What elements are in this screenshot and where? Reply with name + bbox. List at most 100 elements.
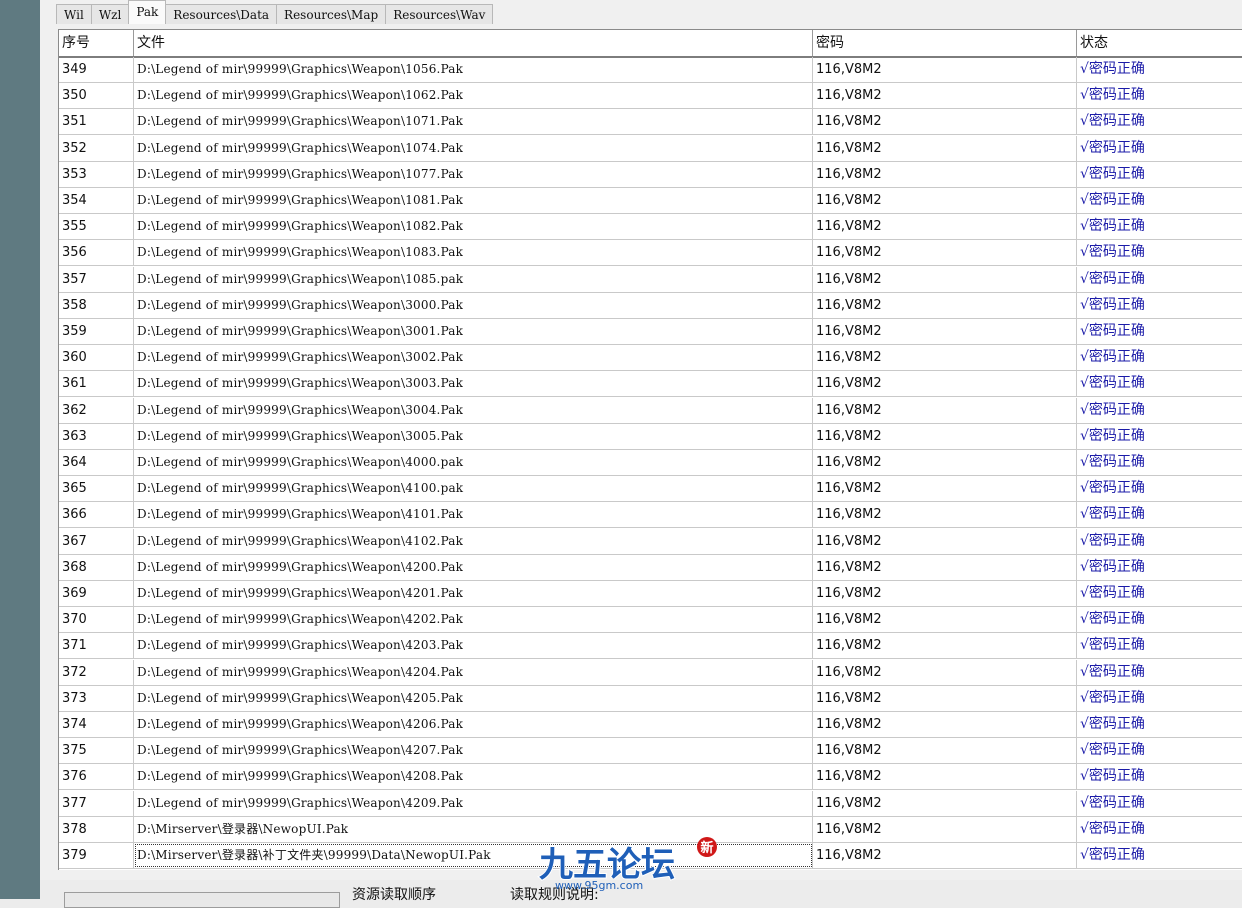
row-file-cell: D:\Legend of mir\99999\Graphics\Weapon\3… (134, 397, 813, 423)
table-row[interactable]: 359 D:\Legend of mir\99999\Graphics\Weapo… (59, 319, 1242, 345)
row-status-cell: √密码正确 (1077, 293, 1242, 318)
row-index-cell: 367 (59, 528, 134, 554)
row-index-cell: 368 (59, 554, 134, 580)
row-password-cell: 116,V8M2 (813, 397, 1077, 423)
row-status-cell: √密码正确 (1077, 712, 1242, 737)
row-file-cell: D:\Legend of mir\99999\Graphics\Weapon\1… (134, 83, 813, 109)
row-status-cell: √密码正确 (1077, 686, 1242, 711)
table-row[interactable]: 353 D:\Legend of mir\99999\Graphics\Weapo… (59, 161, 1242, 188)
bottom-action-button[interactable] (64, 892, 340, 908)
table-row[interactable]: 350 D:\Legend of mir\99999\Graphics\Weapo… (59, 83, 1242, 110)
row-password-cell: 116,V8M2 (813, 528, 1077, 554)
row-file-cell: D:\Legend of mir\99999\Graphics\Weapon\4… (134, 528, 813, 554)
table-row[interactable]: 374 D:\Legend of mir\99999\Graphics\Weapo… (59, 712, 1242, 738)
row-status-cell: √密码正确 (1077, 136, 1242, 161)
row-file-cell: D:\Legend of mir\99999\Graphics\Weapon\3… (134, 345, 813, 371)
table-row[interactable]: 376 D:\Legend of mir\99999\Graphics\Weapo… (59, 764, 1242, 791)
table-row[interactable]: 363 D:\Legend of mir\99999\Graphics\Weapo… (59, 423, 1242, 450)
tab-resources-map[interactable]: Resources\Map (276, 4, 387, 24)
row-password-cell: 116,V8M2 (813, 790, 1077, 816)
table-row[interactable]: 356 D:\Legend of mir\99999\Graphics\Weapo… (59, 240, 1242, 267)
table-row[interactable]: 354 D:\Legend of mir\99999\Graphics\Weapo… (59, 188, 1242, 214)
row-password-cell: 116,V8M2 (813, 240, 1077, 266)
row-status-cell: √密码正确 (1077, 267, 1242, 292)
tab-wil[interactable]: Wil (56, 4, 92, 24)
row-password-cell: 116,V8M2 (813, 109, 1077, 135)
row-index-cell: 364 (59, 450, 134, 475)
table-row[interactable]: 358 D:\Legend of mir\99999\Graphics\Weapo… (59, 292, 1242, 319)
row-index-cell: 349 (59, 57, 134, 82)
row-index-cell: 355 (59, 214, 134, 240)
table-row[interactable]: 367 D:\Legend of mir\99999\Graphics\Weapo… (59, 528, 1242, 555)
row-password-cell: 116,V8M2 (813, 764, 1077, 790)
table-row[interactable]: 375 D:\Legend of mir\99999\Graphics\Weapo… (59, 738, 1242, 765)
watermark-url: www.95gm.com (555, 879, 643, 892)
row-password-cell: 116,V8M2 (813, 188, 1077, 213)
watermark-badge-text: 新 (700, 840, 713, 856)
row-password-cell: 116,V8M2 (813, 450, 1077, 475)
column-header-index[interactable]: 序号 (59, 30, 134, 56)
table-row[interactable]: 364 D:\Legend of mir\99999\Graphics\Weapo… (59, 450, 1242, 476)
table-row[interactable]: 373 D:\Legend of mir\99999\Graphics\Weapo… (59, 685, 1242, 712)
row-password-cell: 116,V8M2 (813, 266, 1077, 292)
row-file-cell: D:\Legend of mir\99999\Graphics\Weapon\4… (134, 633, 813, 659)
row-index-cell: 354 (59, 188, 134, 213)
tab-bar: Wil Wzl Pak Resources\Data Resources\Map Reso… (56, 0, 494, 24)
table-row[interactable]: 370 D:\Legend of mir\99999\Graphics\Weapo… (59, 607, 1242, 634)
file-table[interactable]: 序号 文件 密码 状态 349 D:\Legend of mir\99999\Gr… (58, 29, 1242, 870)
tab-wzl[interactable]: Wzl (90, 4, 130, 24)
table-row[interactable]: 355 D:\Legend of mir\99999\Graphics\Weapo… (59, 214, 1242, 241)
row-file-cell: D:\Legend of mir\99999\Graphics\Weapon\1… (134, 188, 813, 213)
row-status-cell: √密码正确 (1077, 424, 1242, 449)
tab-resources-wav[interactable]: Resources\Wav (385, 4, 494, 24)
row-index-cell: 376 (59, 764, 134, 790)
table-row[interactable]: 357 D:\Legend of mir\99999\Graphics\Weapo… (59, 266, 1242, 293)
resource-order-group-label: 资源读取顺序 (352, 887, 436, 903)
row-password-cell: 116,V8M2 (813, 292, 1077, 318)
table-row[interactable]: 362 D:\Legend of mir\99999\Graphics\Weapo… (59, 397, 1242, 424)
table-row[interactable]: 351 D:\Legend of mir\99999\Graphics\Weapo… (59, 109, 1242, 136)
forum-watermark-logo: 九五论坛 新 www.95gm.com (538, 837, 717, 892)
row-file-cell: D:\Legend of mir\99999\Graphics\Weapon\4… (134, 712, 813, 737)
table-row[interactable]: 371 D:\Legend of mir\99999\Graphics\Weapo… (59, 633, 1242, 660)
left-desktop-strip (0, 0, 40, 899)
row-status-cell: √密码正确 (1077, 502, 1242, 527)
table-row[interactable]: 360 D:\Legend of mir\99999\Graphics\Weapo… (59, 345, 1242, 372)
table-row[interactable]: 365 D:\Legend of mir\99999\Graphics\Weapo… (59, 476, 1242, 503)
row-index-cell: 375 (59, 738, 134, 764)
row-password-cell: 116,V8M2 (813, 581, 1077, 606)
table-row[interactable]: 372 D:\Legend of mir\99999\Graphics\Weapo… (59, 659, 1242, 686)
table-row[interactable]: 369 D:\Legend of mir\99999\Graphics\Weapo… (59, 581, 1242, 607)
row-index-cell: 359 (59, 319, 134, 344)
tab-resources-data[interactable]: Resources\Data (165, 4, 278, 24)
table-row[interactable]: 377 D:\Legend of mir\99999\Graphics\Weapo… (59, 790, 1242, 817)
tab-pak[interactable]: Pak (128, 0, 167, 24)
table-row[interactable]: 349 D:\Legend of mir\99999\Graphics\Weapo… (59, 57, 1242, 83)
row-password-cell: 116,V8M2 (813, 843, 1077, 868)
row-index-cell: 378 (59, 816, 134, 842)
row-status-cell: √密码正确 (1077, 476, 1242, 501)
row-index-cell: 362 (59, 397, 134, 423)
table-row[interactable]: 366 D:\Legend of mir\99999\Graphics\Weapo… (59, 502, 1242, 529)
row-status-cell: √密码正确 (1077, 660, 1242, 685)
row-status-cell: √密码正确 (1077, 109, 1242, 134)
row-index-cell: 365 (59, 476, 134, 502)
table-row[interactable]: 352 D:\Legend of mir\99999\Graphics\Weapo… (59, 135, 1242, 162)
column-header-file[interactable]: 文件 (134, 30, 813, 56)
row-index-cell: 372 (59, 659, 134, 685)
row-status-cell: √密码正确 (1077, 738, 1242, 763)
row-password-cell: 116,V8M2 (813, 502, 1077, 528)
row-status-cell: √密码正确 (1077, 817, 1242, 842)
row-file-cell: D:\Legend of mir\99999\Graphics\Weapon\1… (134, 57, 813, 82)
row-file-cell: D:\Legend of mir\99999\Graphics\Weapon\3… (134, 292, 813, 318)
table-row[interactable]: 368 D:\Legend of mir\99999\Graphics\Weapo… (59, 554, 1242, 581)
column-header-status[interactable]: 状态 (1077, 30, 1242, 56)
table-row[interactable]: 361 D:\Legend of mir\99999\Graphics\Weapo… (59, 371, 1242, 398)
row-password-cell: 116,V8M2 (813, 214, 1077, 240)
row-file-cell: D:\Legend of mir\99999\Graphics\Weapon\4… (134, 790, 813, 816)
row-file-cell: D:\Legend of mir\99999\Graphics\Weapon\4… (134, 554, 813, 580)
row-status-cell: √密码正确 (1077, 345, 1242, 370)
row-file-cell: D:\Legend of mir\99999\Graphics\Weapon\4… (134, 502, 813, 528)
row-password-cell: 116,V8M2 (813, 476, 1077, 502)
column-header-password[interactable]: 密码 (813, 30, 1077, 56)
